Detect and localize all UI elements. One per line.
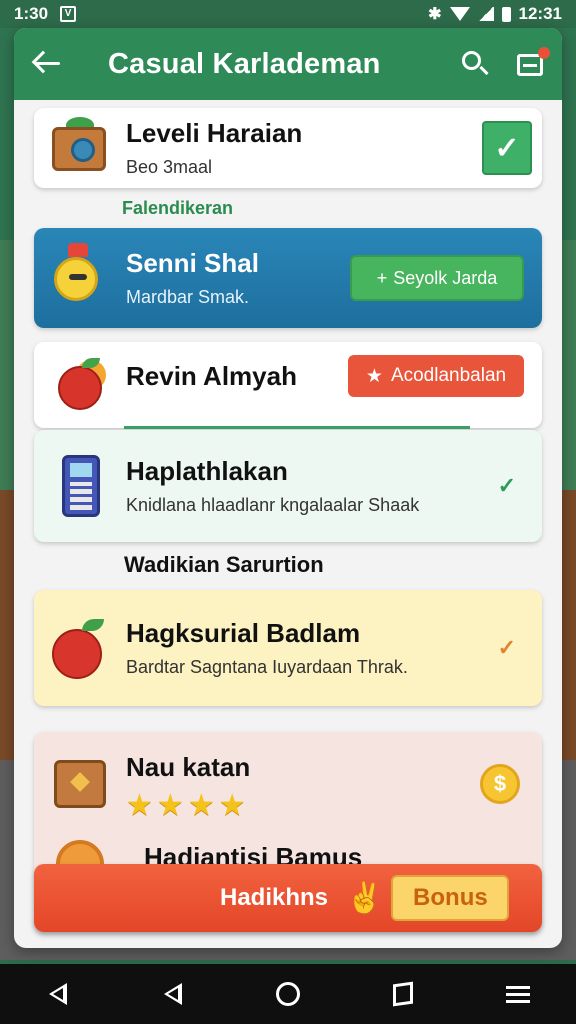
content-area: Leveli Haraian Beo 3maal ✓ Falendikeran … <box>14 100 562 948</box>
hand-pointer-icon: ✌ <box>346 881 384 915</box>
list-menu-icon[interactable] <box>516 47 550 79</box>
nav-recents-icon[interactable] <box>388 979 418 1009</box>
nav-back-alt-icon[interactable] <box>158 979 188 1009</box>
star-icon: ★ <box>126 789 153 822</box>
add-action-button[interactable]: + Seyolk Jarda <box>350 255 524 301</box>
star-sync-icon: ✱ <box>428 6 442 23</box>
list-item-level[interactable]: Leveli Haraian Beo 3maal ✓ <box>34 108 542 188</box>
plus-icon: + <box>376 267 388 288</box>
bonus-button[interactable]: Bonus <box>391 875 510 921</box>
star-rating: ★ ★ ★ ★ <box>126 791 480 821</box>
back-arrow-icon[interactable] <box>30 47 64 81</box>
list-item-haplat[interactable]: Haplathlakan Knidlana hlaadlanr kngalaal… <box>34 430 542 542</box>
calculator-phone-icon <box>48 455 110 517</box>
status-right-group: ✱ 12:31 <box>428 4 562 24</box>
bonus-bar: Hadikhns ✌ Bonus <box>34 864 542 932</box>
header-actions <box>460 47 550 79</box>
list-item-revin[interactable]: Revin Almyah ★ Acodlanbalan <box>34 342 542 428</box>
nav-menu-icon[interactable] <box>503 979 533 1009</box>
status-time: 1:30 <box>14 4 49 23</box>
bonus-bar-label: Hadikhns <box>220 884 329 911</box>
orange-action-button[interactable]: ★ Acodlanbalan <box>348 355 524 397</box>
apple-icon <box>48 617 110 679</box>
item-subtitle: Beo 3maal <box>126 157 213 177</box>
search-icon[interactable] <box>460 49 490 79</box>
signal-icon <box>477 7 494 21</box>
divider <box>124 426 470 429</box>
status-clock: 12:31 <box>518 4 562 23</box>
nav-back-icon[interactable] <box>43 979 73 1009</box>
button-label: Seyolk Jarda <box>393 267 498 288</box>
system-nav-bar <box>0 964 576 1024</box>
item-title: Nau katan <box>126 752 251 782</box>
item-subtitle: Mardbar Smak. <box>126 287 250 307</box>
item-subtitle: Knidlana hlaadlanr kngalaalar Shaak <box>126 495 420 515</box>
star-icon: ★ <box>365 365 383 387</box>
item-title: Senni Shal <box>126 248 259 278</box>
chick-mascot-icon <box>48 243 110 309</box>
nav-home-icon[interactable] <box>273 979 303 1009</box>
item-title: Revin Almyah <box>126 360 297 391</box>
complete-check-button[interactable]: ✓ <box>482 121 532 175</box>
notification-dot <box>538 47 550 59</box>
star-icon: ★ <box>187 789 215 822</box>
section-label: Falendikeran <box>122 198 234 218</box>
status-bar: 1:30 V ✱ 12:31 <box>0 0 576 28</box>
app-header: Casual Karlademan <box>14 28 562 100</box>
gift-box-icon <box>48 752 110 814</box>
list-item-hagksurial[interactable]: Hagksurial Badlam Bardtar Sagntana Iuyar… <box>34 590 542 706</box>
check-icon[interactable]: ✓ <box>498 635 516 661</box>
battery-icon <box>501 6 511 22</box>
app-card: Casual Karlademan Leveli Haraian Beo 3ma… <box>14 28 562 948</box>
notification-icon: V <box>60 6 77 22</box>
item-subtitle: Bardtar Sagntana Iuyardaan Thrak. <box>126 657 408 677</box>
list-item-featured[interactable]: Senni Shal Mardbar Smak. + Seyolk Jarda <box>34 228 542 328</box>
check-icon[interactable]: ✓ <box>498 473 516 499</box>
item-title: Hagksurial Badlam <box>126 618 361 648</box>
star-icon: ★ <box>156 789 184 822</box>
item-title: Leveli Haraian <box>126 118 303 148</box>
star-icon: ★ <box>218 789 246 822</box>
wifi-icon <box>449 7 470 21</box>
page-title: Casual Karlademan <box>108 47 381 80</box>
fruit-basket-icon <box>48 354 110 416</box>
coin-icon[interactable]: $ <box>480 764 520 804</box>
button-label: Acodlanbalan <box>390 365 507 386</box>
treasure-chest-icon <box>48 117 110 179</box>
item-title: Haplathlakan <box>126 456 288 486</box>
section-heading: Wadikian Sarurtion <box>124 552 324 577</box>
